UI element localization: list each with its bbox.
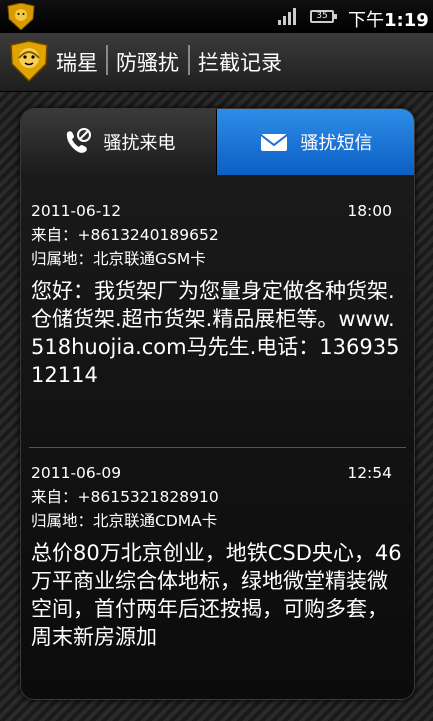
message-sender: 来自：+8613240189652: [31, 226, 219, 244]
clock: 下午1:19: [348, 6, 429, 32]
message-sender: 来自：+8615321828910: [31, 488, 219, 506]
message-location: 归属地：北京联通GSM卡: [31, 250, 206, 268]
battery-level: 35: [316, 11, 328, 21]
envelope-icon: [259, 134, 288, 151]
list-item[interactable]: 2011-06-12 18:00 来自：+8613240189652 归属地：北…: [21, 199, 414, 389]
message-time: 18:00: [347, 202, 392, 220]
status-bar: 35 下午1:19: [0, 0, 433, 33]
message-body: 您好：我货架厂为您量身定做各种货架.仓储货架.超市货架.精品展柜等。www.51…: [31, 279, 400, 387]
message-date: 2011-06-12: [31, 202, 122, 220]
message-header: 2011-06-09 12:54: [31, 461, 404, 485]
rising-lion-logo-icon[interactable]: [8, 40, 50, 82]
message-body: 总价80万北京创业，地铁CSD央心，46万平商业综合体地标，绿地微堂精装微空间，…: [31, 541, 402, 649]
clock-prefix: 下午: [348, 10, 384, 31]
message-header: 2011-06-12 18:00: [31, 199, 404, 223]
tab-label: 骚扰短信: [300, 133, 373, 154]
message-date: 2011-06-09: [31, 464, 122, 482]
breadcrumb-app[interactable]: 瑞星: [56, 47, 98, 77]
list-item[interactable]: 2011-06-09 12:54 来自：+8615321828910 归属地：北…: [21, 461, 414, 651]
signal-icon: [278, 8, 296, 25]
message-time: 12:54: [347, 464, 392, 482]
breadcrumb-divider: [106, 45, 108, 75]
tab-harassing-calls[interactable]: 骚扰来电: [21, 109, 217, 175]
rising-lion-icon: [7, 3, 35, 30]
battery-icon: 35: [310, 10, 337, 23]
phone-block-icon: [66, 128, 91, 153]
intercept-panel: 骚扰来电 骚扰短信 2011-06-12 18:00 来自：+861324018…: [20, 108, 415, 700]
clock-time: 1:19: [384, 10, 429, 31]
tab-harassing-sms[interactable]: 骚扰短信: [217, 109, 414, 175]
breadcrumb-section[interactable]: 防骚扰: [116, 47, 179, 77]
tab-label: 骚扰来电: [103, 133, 176, 154]
title-bar: 瑞星 防骚扰 拦截记录: [0, 33, 433, 92]
divider: [29, 447, 406, 448]
message-list[interactable]: 2011-06-12 18:00 来自：+8613240189652 归属地：北…: [21, 175, 414, 699]
page-title: 拦截记录: [198, 51, 282, 75]
message-location: 归属地：北京联通CDMA卡: [31, 512, 218, 530]
tab-bar: 骚扰来电 骚扰短信: [21, 109, 414, 175]
breadcrumb-divider: [188, 45, 190, 75]
